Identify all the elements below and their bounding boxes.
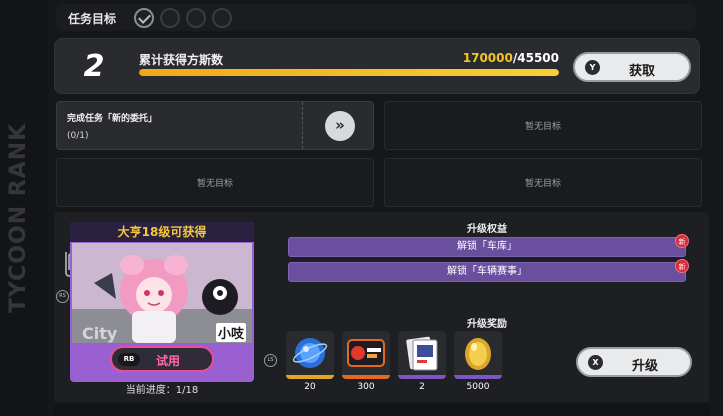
reward-count: 2 [419,382,425,392]
objective-check-icon [212,8,232,28]
goal-divider [302,102,303,149]
goal-cell-empty: 暂无目标 [384,101,702,150]
reward-count: 300 [357,382,375,392]
points-progress-fill [139,69,559,76]
side-rank-banner: TYCOON RANK [0,0,48,416]
tycoon-rank-screen: TYCOON RANK 任务目标 2 累计获得方斯数 170000/45500 … [0,0,723,416]
reward-item[interactable]: 2 [398,331,446,394]
reward-item[interactable]: 300 [342,331,390,394]
goal-cell-empty: 暂无目标 [384,158,702,207]
points-progress-bar [139,69,559,76]
reward-count: 20 [304,382,316,392]
trial-button-label: 试用 [156,354,181,368]
benefit-item: 解锁「车库」 新 [288,234,689,257]
racing-ticket-icon [342,331,390,379]
rb-key-icon: RB [118,353,140,366]
points-current: 170000 [462,51,513,65]
points-total: /45500 [512,51,559,65]
goal-empty-text: 暂无目标 [524,122,561,132]
card-stamp-text: City [82,324,118,343]
blue-orb-icon [286,331,334,379]
goal-empty-text: 暂无目标 [196,179,233,189]
task-objective-label: 任务目标 [68,12,117,26]
upgrade-button-label: 升级 [632,359,659,374]
benefit-item: 解锁「车辆赛事」 新 [288,259,689,282]
ls-stick-icon: LS [264,354,277,367]
points-panel: 2 累计获得方斯数 170000/45500 Y 获取 [54,38,700,94]
current-level-number: 2 [83,49,105,84]
goal-cell-empty: 暂无目标 [56,158,374,207]
goal-title: 完成任务「新的委托」 [67,114,158,124]
objective-check-icon [134,8,154,28]
reward-character-card[interactable]: 大亨18级可获得 City 小吱 RB 试用 [70,222,254,382]
upgrade-button[interactable]: X 升级 [576,347,692,377]
new-badge: 新 [675,234,689,248]
trial-button[interactable]: RB 试用 [110,346,214,372]
goal-progress: (0/1) [67,131,89,141]
points-label: 累计获得方斯数 [139,53,224,67]
reward-count: 5000 [466,382,490,392]
y-key-icon: Y [585,60,600,75]
character-name: 小吱 [215,323,246,342]
side-rank-label: TYCOON RANK [6,122,31,314]
rewards-title: 升级奖励 [467,319,507,330]
objective-check-icon [186,8,206,28]
card-pack-icon [398,331,446,379]
objective-check-icon [160,8,180,28]
new-badge: 新 [675,259,689,273]
points-count: 170000/45500 [463,51,559,65]
task-objective-bar: 任务目标 [56,4,696,31]
claim-button[interactable]: Y 获取 [573,52,691,82]
bottom-strip [54,404,709,416]
card-progress-text: 当前进度：1/18 [125,385,199,396]
reward-item[interactable]: 20 [286,331,334,394]
goto-arrow-icon[interactable]: » [325,111,355,141]
goal-cell-active[interactable]: 完成任务「新的委托」 (0/1) » [56,101,374,150]
benefit-label: 解锁「车库」 [457,241,517,252]
benefit-label: 解锁「车辆赛事」 [447,266,527,277]
rs-stick-icon: RS [56,290,69,303]
claim-button-label: 获取 [629,64,656,79]
benefits-title: 升级权益 [467,224,507,235]
gold-egg-icon [454,331,502,379]
goal-empty-text: 暂无目标 [524,179,561,189]
x-key-icon: X [588,355,603,370]
card-unlock-banner: 大亨18级可获得 [70,222,254,242]
reward-item[interactable]: 5000 [454,331,502,394]
